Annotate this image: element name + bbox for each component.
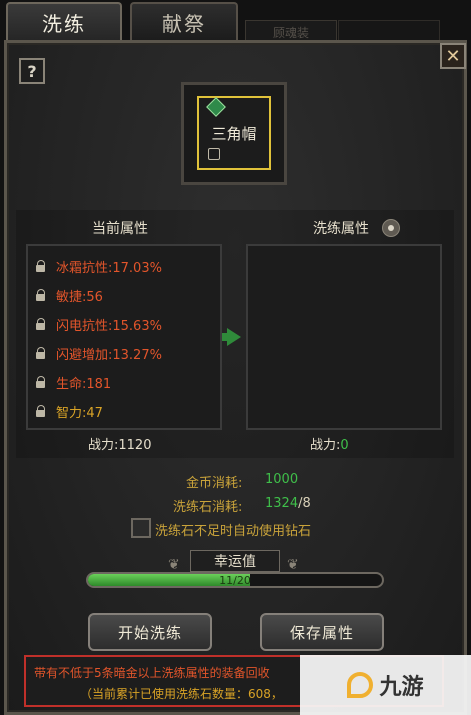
attribute-row: 冰霜抗性:17.03% [36, 256, 162, 276]
close-button[interactable]: ✕ [440, 43, 466, 69]
watermark: 九游 [300, 655, 471, 715]
refined-attributes-box [246, 244, 442, 430]
auto-diamond-label: 洗练石不足时自动使用钻石 [155, 524, 312, 539]
item-name: 三角帽 [211, 124, 257, 143]
eye-icon[interactable] [382, 219, 400, 237]
gold-cost-label: 金币消耗: [186, 476, 243, 491]
help-button[interactable]: ? [19, 58, 45, 84]
tab-sacrifice[interactable]: 献祭 [130, 2, 238, 40]
tab-ghost-label: 顾魂装 [272, 25, 309, 40]
lock-icon[interactable] [36, 318, 46, 330]
lock-icon[interactable] [36, 289, 46, 301]
refined-power-label: 战力: [310, 438, 341, 453]
lock-icon[interactable] [36, 260, 46, 272]
lock-icon[interactable] [36, 347, 46, 359]
refined-attributes-header: 洗练属性 [313, 221, 369, 237]
attribute-text: 闪避增加:13.27% [56, 347, 162, 363]
luck-progress-text: 11/20 [219, 573, 251, 587]
tab-refine[interactable]: 洗练 [6, 2, 122, 40]
attribute-row: 闪电抗性:15.63% [36, 314, 162, 334]
notice-line-1: 带有不低于5条暗金以上洗练属性的装备回收 [34, 666, 270, 680]
attribute-row: 闪避增加:13.27% [36, 343, 162, 363]
luck-title: 幸运值 [190, 550, 280, 572]
close-icon: ✕ [445, 45, 461, 67]
watermark-logo-icon [347, 672, 374, 698]
arrow-right-icon [227, 328, 241, 346]
attribute-text: 冰霜抗性:17.03% [56, 260, 162, 276]
attribute-row: 智力:47 [36, 401, 103, 421]
notice-line-2: （当前累计已使用洗练石数量：608， [80, 687, 283, 701]
attribute-row: 生命:181 [36, 372, 111, 392]
stone-cost-label: 洗练石消耗: [173, 500, 243, 515]
current-power-value: 1120 [118, 438, 152, 453]
stone-cost-value: 1324/8 [265, 496, 311, 511]
item-lock-icon [208, 148, 220, 160]
attribute-text: 闪电抗性:15.63% [56, 318, 162, 334]
current-power-label: 战力: [88, 438, 119, 453]
save-attributes-button[interactable]: 保存属性 [260, 613, 384, 651]
lock-icon[interactable] [36, 405, 46, 417]
current-attributes-header: 当前属性 [92, 221, 148, 237]
auto-diamond-checkbox[interactable] [131, 518, 151, 538]
attribute-text: 生命:181 [56, 376, 112, 392]
gold-cost-value: 1000 [265, 472, 299, 487]
refined-power-value: 0 [340, 438, 349, 453]
start-refine-button[interactable]: 开始洗练 [88, 613, 212, 651]
luck-wing-right: ❦ [287, 557, 299, 573]
stone-owned: 1324 [265, 496, 299, 511]
current-power: 战力:1120 [88, 434, 151, 453]
attribute-text: 敏捷:56 [56, 289, 103, 305]
watermark-text: 九游 [379, 675, 424, 700]
attribute-row: 敏捷:56 [36, 285, 103, 305]
attribute-text: 智力:47 [56, 405, 103, 421]
lock-icon[interactable] [36, 376, 46, 388]
stone-required: /8 [298, 496, 311, 511]
refined-power: 战力:0 [310, 434, 349, 453]
luck-wing-left: ❦ [168, 557, 180, 573]
